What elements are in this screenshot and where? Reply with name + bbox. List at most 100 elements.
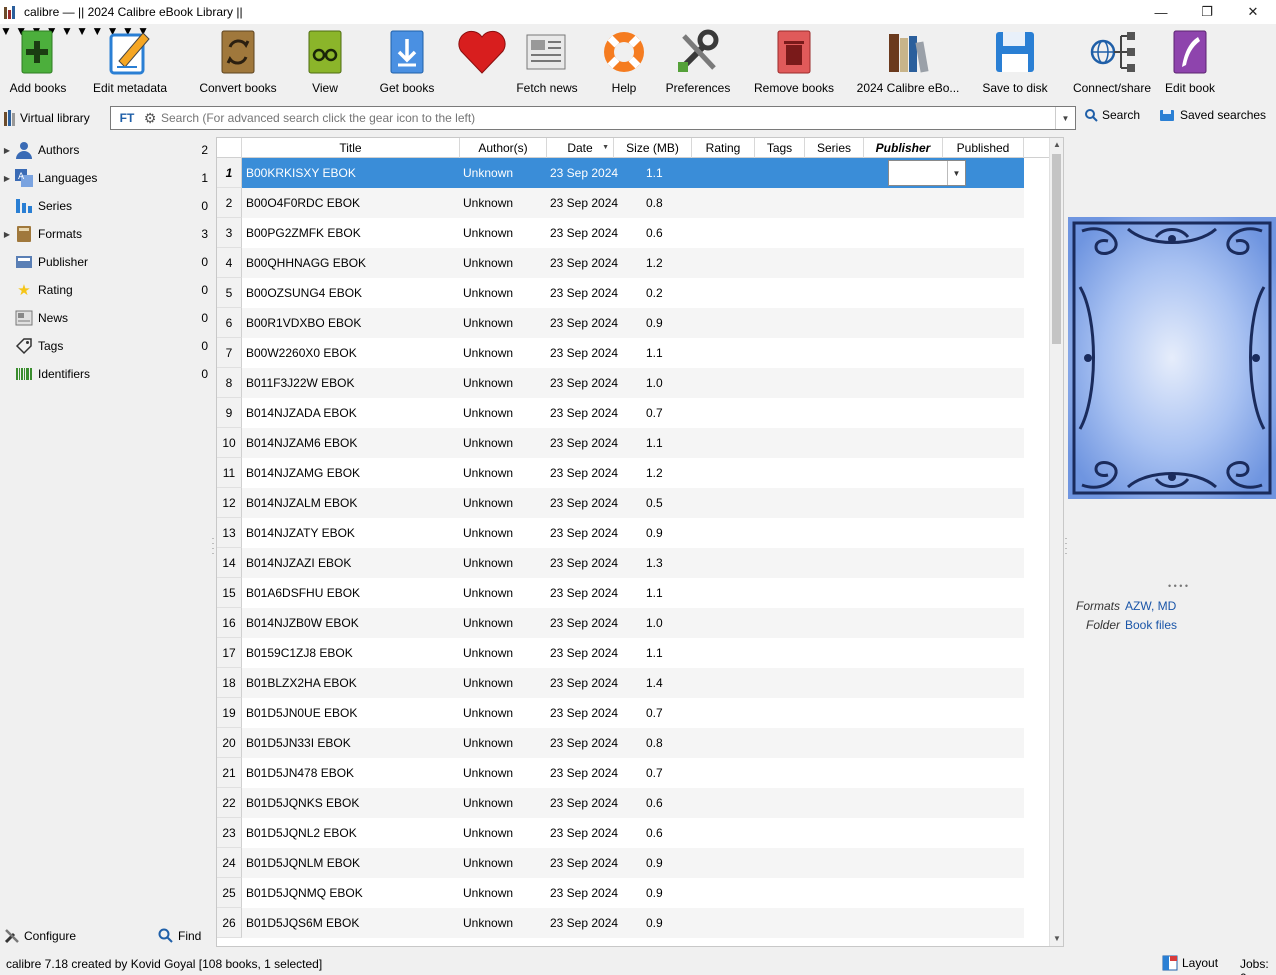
formats-link[interactable]: AZW, MD: [1125, 599, 1176, 613]
cell-date[interactable]: 23 Sep 2024: [550, 578, 618, 608]
row-cells[interactable]: B00PG2ZMFK EBOK Unknown 23 Sep 2024 0.6: [242, 218, 1024, 248]
cell-date[interactable]: 23 Sep 2024: [550, 428, 618, 458]
cell-date[interactable]: 23 Sep 2024: [550, 188, 618, 218]
cell-title[interactable]: B00PG2ZMFK EBOK: [246, 218, 361, 248]
edit-metadata-button[interactable]: Edit metadata: [90, 24, 170, 100]
cell-title[interactable]: B00W2260X0 EBOK: [246, 338, 357, 368]
table-row[interactable]: 12 B014NJZALM EBOK Unknown 23 Sep 2024 0.5: [217, 488, 1049, 518]
cell-date[interactable]: 23 Sep 2024: [550, 818, 618, 848]
row-number[interactable]: 8: [217, 368, 242, 398]
table-row[interactable]: 3 B00PG2ZMFK EBOK Unknown 23 Sep 2024 0.6: [217, 218, 1049, 248]
cell-title[interactable]: B01D5JQNKS EBOK: [246, 788, 359, 818]
row-cells[interactable]: B014NJZAMG EBOK Unknown 23 Sep 2024 1.2: [242, 458, 1024, 488]
search-button[interactable]: Search: [1084, 108, 1140, 122]
jobs-indicator[interactable]: Jobs: 0: [1240, 957, 1276, 975]
tag-browser-item-publisher[interactable]: Publisher 0: [0, 248, 212, 276]
cell-size[interactable]: 1.1: [646, 578, 663, 608]
row-cells[interactable]: B01D5JN478 EBOK Unknown 23 Sep 2024 0.7: [242, 758, 1024, 788]
cell-title[interactable]: B014NJZADA EBOK: [246, 398, 357, 428]
cell-authors[interactable]: Unknown: [463, 518, 513, 548]
preferences-button[interactable]: Preferences: [664, 24, 732, 100]
tag-browser-item-rating[interactable]: ★ Rating 0: [0, 276, 212, 304]
cell-title[interactable]: B00KRKISXY EBOK: [246, 158, 356, 188]
row-number[interactable]: 22: [217, 788, 242, 818]
cell-size[interactable]: 1.1: [646, 638, 663, 668]
cell-date[interactable]: 23 Sep 2024: [550, 338, 618, 368]
scroll-down-arrow-icon[interactable]: ▼: [1050, 932, 1063, 946]
cell-title[interactable]: B01A6DSFHU EBOK: [246, 578, 360, 608]
cell-date[interactable]: 23 Sep 2024: [550, 848, 618, 878]
column-header-authors[interactable]: Author(s): [460, 138, 547, 158]
cell-authors[interactable]: Unknown: [463, 338, 513, 368]
table-row[interactable]: 17 B0159C1ZJ8 EBOK Unknown 23 Sep 2024 1.1: [217, 638, 1049, 668]
row-number[interactable]: 25: [217, 878, 242, 908]
cell-size[interactable]: 0.5: [646, 488, 663, 518]
cell-size[interactable]: 1.1: [646, 158, 663, 188]
row-cells[interactable]: B014NJZAM6 EBOK Unknown 23 Sep 2024 1.1: [242, 428, 1024, 458]
table-row[interactable]: 20 B01D5JN33I EBOK Unknown 23 Sep 2024 0.8: [217, 728, 1049, 758]
cell-size[interactable]: 0.9: [646, 848, 663, 878]
row-cells[interactable]: B00W2260X0 EBOK Unknown 23 Sep 2024 1.1: [242, 338, 1024, 368]
cell-title[interactable]: B014NJZALM EBOK: [246, 488, 357, 518]
cell-authors[interactable]: Unknown: [463, 398, 513, 428]
row-cells[interactable]: B00KRKISXY EBOK Unknown 23 Sep 2024 1.1 ▼: [242, 158, 1024, 188]
cell-size[interactable]: 0.7: [646, 698, 663, 728]
row-number[interactable]: 1: [217, 158, 242, 188]
row-number[interactable]: 11: [217, 458, 242, 488]
column-header-size[interactable]: Size (MB): [614, 138, 692, 158]
cell-authors[interactable]: Unknown: [463, 488, 513, 518]
fetch-news-dropdown-icon[interactable]: ▼: [76, 24, 88, 38]
row-cells[interactable]: B01D5JQS6M EBOK Unknown 23 Sep 2024 0.9: [242, 908, 1024, 938]
close-button[interactable]: ✕: [1230, 0, 1276, 24]
get-books-button[interactable]: Get books: [376, 24, 438, 100]
row-number[interactable]: 9: [217, 398, 242, 428]
row-cells[interactable]: B00QHHNAGG EBOK Unknown 23 Sep 2024 1.2: [242, 248, 1024, 278]
cell-size[interactable]: 1.2: [646, 248, 663, 278]
cell-authors[interactable]: Unknown: [463, 638, 513, 668]
row-cells[interactable]: B014NJZADA EBOK Unknown 23 Sep 2024 0.7: [242, 398, 1024, 428]
cell-title[interactable]: B014NJZAM6 EBOK: [246, 428, 357, 458]
layout-button[interactable]: Layout: [1162, 955, 1218, 971]
cell-size[interactable]: 1.4: [646, 668, 663, 698]
column-header-date[interactable]: Date: [547, 138, 614, 158]
cell-title[interactable]: B01D5JN33I EBOK: [246, 728, 351, 758]
row-number[interactable]: 5: [217, 278, 242, 308]
row-cells[interactable]: B014NJZB0W EBOK Unknown 23 Sep 2024 1.0: [242, 608, 1024, 638]
row-cells[interactable]: B0159C1ZJ8 EBOK Unknown 23 Sep 2024 1.1: [242, 638, 1024, 668]
convert-books-button[interactable]: Convert books: [196, 24, 280, 100]
row-cells[interactable]: B01D5JQNKS EBOK Unknown 23 Sep 2024 0.6: [242, 788, 1024, 818]
cell-date[interactable]: 23 Sep 2024: [550, 218, 618, 248]
row-number[interactable]: 26: [217, 908, 242, 938]
cell-date[interactable]: 23 Sep 2024: [550, 488, 618, 518]
table-row[interactable]: 21 B01D5JN478 EBOK Unknown 23 Sep 2024 0.7: [217, 758, 1049, 788]
maximize-button[interactable]: ❐: [1184, 0, 1230, 24]
cover-splitter-handle[interactable]: • • • •: [1166, 582, 1190, 591]
view-button[interactable]: View: [300, 24, 350, 100]
remove-books-button[interactable]: Remove books: [754, 24, 834, 100]
cell-size[interactable]: 0.6: [646, 218, 663, 248]
row-number[interactable]: 24: [217, 848, 242, 878]
row-number[interactable]: 21: [217, 758, 242, 788]
cell-title[interactable]: B014NJZATY EBOK: [246, 518, 355, 548]
table-row[interactable]: 22 B01D5JQNKS EBOK Unknown 23 Sep 2024 0.6: [217, 788, 1049, 818]
cell-size[interactable]: 0.2: [646, 278, 663, 308]
cell-authors[interactable]: Unknown: [463, 368, 513, 398]
cell-date[interactable]: 23 Sep 2024: [550, 728, 618, 758]
cell-authors[interactable]: Unknown: [463, 188, 513, 218]
folder-link[interactable]: Book files: [1125, 618, 1177, 632]
row-cells[interactable]: B01A6DSFHU EBOK Unknown 23 Sep 2024 1.1: [242, 578, 1024, 608]
row-number[interactable]: 10: [217, 428, 242, 458]
cell-title[interactable]: B0159C1ZJ8 EBOK: [246, 638, 353, 668]
scrollbar-thumb[interactable]: [1052, 154, 1061, 344]
cell-authors[interactable]: Unknown: [463, 458, 513, 488]
row-cells[interactable]: B00O4F0RDC EBOK Unknown 23 Sep 2024 0.8: [242, 188, 1024, 218]
table-row[interactable]: 18 B01BLZX2HA EBOK Unknown 23 Sep 2024 1.4: [217, 668, 1049, 698]
cell-title[interactable]: B01D5JN0UE EBOK: [246, 698, 357, 728]
column-header-publisher[interactable]: Publisher: [864, 138, 943, 158]
row-number[interactable]: 23: [217, 818, 242, 848]
table-row[interactable]: 10 B014NJZAM6 EBOK Unknown 23 Sep 2024 1.1: [217, 428, 1049, 458]
heart-button[interactable]: [454, 24, 510, 100]
row-number[interactable]: 13: [217, 518, 242, 548]
row-cells[interactable]: B01D5JQNL2 EBOK Unknown 23 Sep 2024 0.6: [242, 818, 1024, 848]
cell-authors[interactable]: Unknown: [463, 758, 513, 788]
